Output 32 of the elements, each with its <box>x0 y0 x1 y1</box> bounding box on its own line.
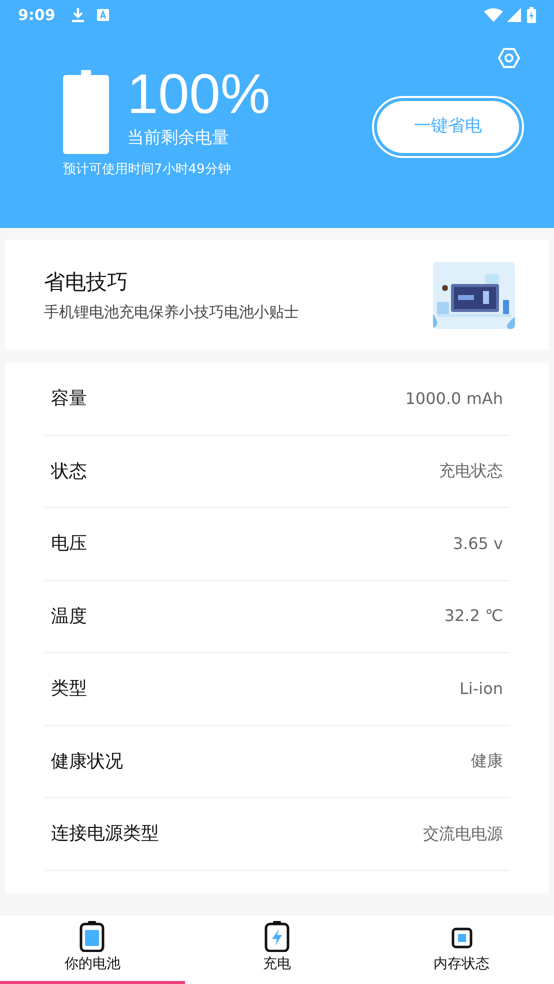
battery-percentage: 100% <box>127 62 270 126</box>
info-value: 交流电电源 <box>423 822 503 845</box>
info-label: 类型 <box>51 677 87 702</box>
info-value: Li-ion <box>459 678 503 700</box>
info-label: 状态 <box>51 460 87 484</box>
tips-title: 省电技巧 <box>44 269 129 296</box>
battery-icon <box>79 920 106 952</box>
tips-subtitle: 手机锂电池充电保养小技巧电池小贴士 <box>44 302 300 322</box>
wifi-icon <box>484 8 503 22</box>
text-icon <box>97 9 110 21</box>
info-value: 健康 <box>471 750 503 772</box>
download-icon <box>71 7 86 23</box>
info-label: 温度 <box>51 604 87 629</box>
info-value: 3.65 v <box>452 532 503 555</box>
battery-status-icon <box>527 7 536 23</box>
info-value: 32.2 ℃ <box>444 605 503 628</box>
info-label: 电压 <box>51 532 87 556</box>
info-label: 容量 <box>51 387 87 412</box>
status-time: 9:09 <box>18 4 56 26</box>
charging-battery-icon <box>264 920 290 952</box>
signal-icon <box>507 8 521 22</box>
remaining-caption: 当前剩余电量 <box>127 127 230 150</box>
estimated-time: 预计可使用时间7小时49分钟 <box>63 161 232 179</box>
info-label: 连接电源类型 <box>51 822 159 846</box>
info-label: 健康状况 <box>51 750 123 774</box>
info-value: 充电状态 <box>439 460 503 482</box>
bottom-tab[interactable]: 充电 <box>184 916 370 984</box>
bottom-tab[interactable]: 内存状态 <box>369 916 554 984</box>
settings-icon[interactable] <box>498 48 520 68</box>
info-value: 1000.0 mAh <box>405 388 503 410</box>
tips-card[interactable]: 省电技巧 手机锂电池充电保养小技巧电池小贴士 <box>5 240 549 350</box>
bottom-tab[interactable]: 你的电池 <box>0 916 185 984</box>
